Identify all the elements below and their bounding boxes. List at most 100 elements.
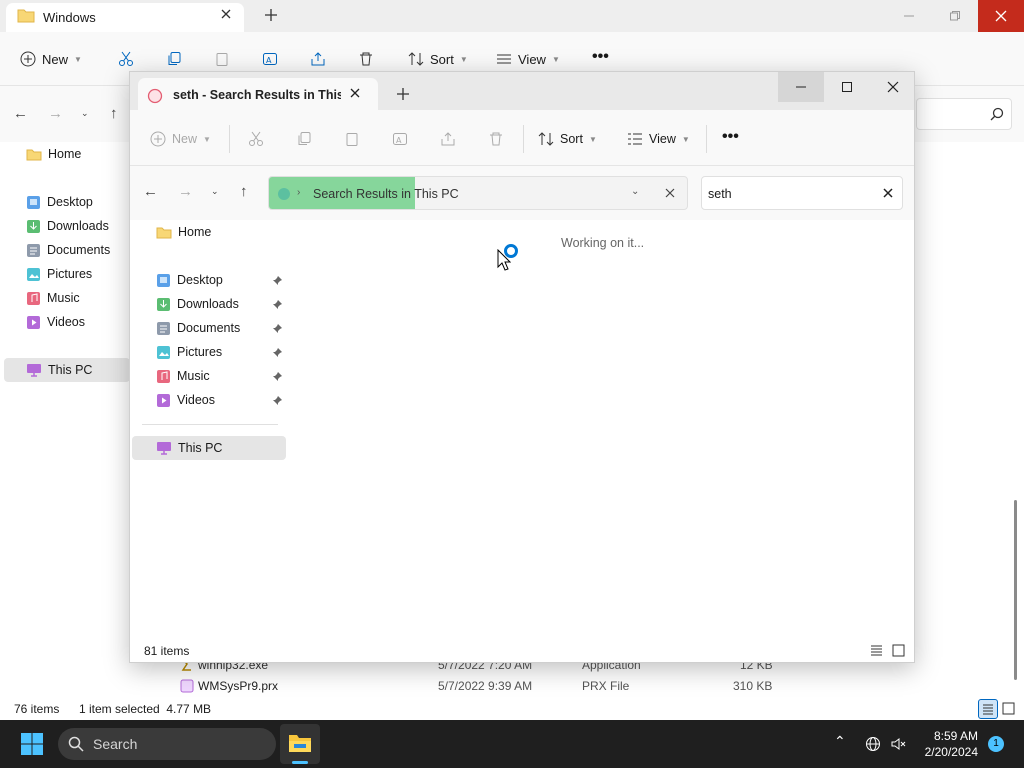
plus-circle-icon <box>20 51 36 67</box>
back-new-label: New <box>42 51 69 67</box>
share-icon[interactable] <box>310 51 326 67</box>
up-arrow-icon[interactable]: ↑ <box>110 105 118 122</box>
sidebar-label: This PC <box>178 441 223 455</box>
front-minimize-button[interactable] <box>778 72 824 102</box>
stop-search-icon[interactable] <box>665 188 675 198</box>
cut-icon[interactable] <box>118 51 134 67</box>
tiles-view-icon[interactable] <box>892 644 905 657</box>
recent-chevron-icon[interactable]: ⌄ <box>81 108 89 119</box>
pin-icon[interactable] <box>272 347 284 359</box>
chevron-down-icon: ▼ <box>551 54 560 64</box>
back-sidebar-label: Music <box>47 291 80 305</box>
back-sidebar-item-pictures[interactable]: Pictures <box>26 264 92 284</box>
back-sidebar-item-this-pc[interactable]: This PC <box>26 360 92 380</box>
details-view-icon[interactable] <box>870 644 883 657</box>
address-dropdown-icon[interactable]: ⌄ <box>631 186 639 197</box>
back-new-button[interactable]: New ▼ <box>20 50 82 68</box>
new-tab-icon[interactable] <box>264 8 280 24</box>
clock-time[interactable]: 8:59 AM <box>920 729 978 743</box>
back-restore-button[interactable] <box>932 0 978 32</box>
back-sidebar-item-videos[interactable]: Videos <box>26 312 85 332</box>
file-explorer-icon <box>288 732 312 754</box>
back-selection-info: 1 item selected 4.77 MB <box>79 702 212 716</box>
volume-muted-icon[interactable] <box>890 736 906 752</box>
sidebar-label: Desktop <box>177 273 223 287</box>
sidebar-label: Downloads <box>177 297 239 311</box>
sidebar-label: Music <box>177 369 210 383</box>
sidebar-item-videos[interactable]: Videos <box>156 390 215 410</box>
front-new-button[interactable]: New ▼ <box>150 130 211 148</box>
close-tab-icon[interactable] <box>349 87 361 99</box>
search-input[interactable]: seth <box>708 187 732 201</box>
sidebar-item-home[interactable]: Home <box>156 222 211 242</box>
more-options-icon[interactable]: ••• <box>722 128 739 146</box>
back-tab[interactable] <box>6 3 244 32</box>
new-tab-icon[interactable] <box>396 87 410 101</box>
share-icon[interactable] <box>440 131 456 147</box>
pin-icon[interactable] <box>272 323 284 335</box>
sidebar-item-downloads[interactable]: Downloads <box>156 294 239 314</box>
cut-icon[interactable] <box>248 131 264 147</box>
back-sidebar-item-home[interactable]: Home <box>26 144 81 164</box>
details-view-icon[interactable] <box>978 699 998 719</box>
front-view-button[interactable]: View ▼ <box>627 130 690 148</box>
address-bar[interactable]: › Search Results in This PC ⌄ <box>268 176 688 210</box>
more-options-icon[interactable]: ••• <box>592 48 609 66</box>
front-status-bar: 81 items <box>130 640 914 662</box>
rename-icon[interactable]: A <box>262 51 278 67</box>
back-arrow-icon[interactable]: ← <box>13 105 28 122</box>
pin-icon[interactable] <box>272 299 284 311</box>
front-maximize-button[interactable] <box>824 72 870 102</box>
sidebar-item-desktop[interactable]: Desktop <box>156 270 223 290</box>
sidebar-item-this-pc[interactable]: This PC <box>156 438 222 458</box>
up-arrow-icon[interactable]: ↑ <box>240 183 248 200</box>
front-sort-button[interactable]: Sort ▼ <box>538 130 597 148</box>
forward-arrow-icon[interactable]: → <box>48 105 63 122</box>
recent-chevron-icon[interactable]: ⌄ <box>211 186 219 197</box>
copy-icon[interactable] <box>296 131 312 147</box>
delete-icon[interactable] <box>488 131 504 147</box>
back-view-button[interactable]: View ▼ <box>496 50 560 68</box>
back-close-button[interactable] <box>978 0 1024 32</box>
front-close-button[interactable] <box>870 72 916 102</box>
back-sidebar-label: Documents <box>47 243 111 257</box>
back-minimize-button[interactable] <box>886 0 932 32</box>
search-icon <box>68 736 84 752</box>
notification-badge[interactable]: 1 <box>988 736 1004 752</box>
back-arrow-icon[interactable]: ← <box>143 183 158 200</box>
paste-icon[interactable] <box>344 131 360 147</box>
sidebar-item-documents[interactable]: Documents <box>156 318 240 338</box>
file-type: PRX File <box>582 679 630 693</box>
back-scrollbar[interactable] <box>1014 500 1017 680</box>
sidebar-divider <box>142 424 278 425</box>
back-tab-label: Windows <box>43 10 96 25</box>
delete-icon[interactable] <box>358 51 374 67</box>
back-sidebar-item-documents[interactable]: Documents <box>26 240 110 260</box>
globe-icon[interactable] <box>865 736 881 752</box>
tiles-view-icon[interactable] <box>1002 702 1015 715</box>
back-sidebar-label: Downloads <box>47 219 109 233</box>
pin-icon[interactable] <box>272 395 284 407</box>
close-tab-icon[interactable] <box>219 7 235 23</box>
chevron-up-icon[interactable]: ⌃ <box>834 733 846 750</box>
sidebar-item-pictures[interactable]: Pictures <box>156 342 222 362</box>
taskbar-search-box[interactable] <box>58 728 276 760</box>
sidebar-item-music[interactable]: Music <box>156 366 210 386</box>
view-icon <box>627 131 643 147</box>
forward-arrow-icon[interactable]: → <box>178 183 193 200</box>
back-sidebar-item-downloads[interactable]: Downloads <box>26 216 109 236</box>
breadcrumb-chevron-icon: › <box>297 187 301 198</box>
rename-icon[interactable]: A <box>392 131 408 147</box>
clear-search-icon[interactable] <box>883 188 893 198</box>
windows-start-icon[interactable] <box>20 732 44 756</box>
copy-icon[interactable] <box>166 51 182 67</box>
clock-date[interactable]: 2/20/2024 <box>908 745 978 759</box>
videos-icon <box>26 315 41 330</box>
back-sidebar-item-desktop[interactable]: Desktop <box>26 192 93 212</box>
search-box[interactable]: seth <box>701 176 903 210</box>
back-sidebar-item-music[interactable]: Music <box>26 288 80 308</box>
back-sort-button[interactable]: Sort ▼ <box>408 50 468 68</box>
paste-icon[interactable] <box>214 51 230 67</box>
pin-icon[interactable] <box>272 371 284 383</box>
pin-icon[interactable] <box>272 275 284 287</box>
